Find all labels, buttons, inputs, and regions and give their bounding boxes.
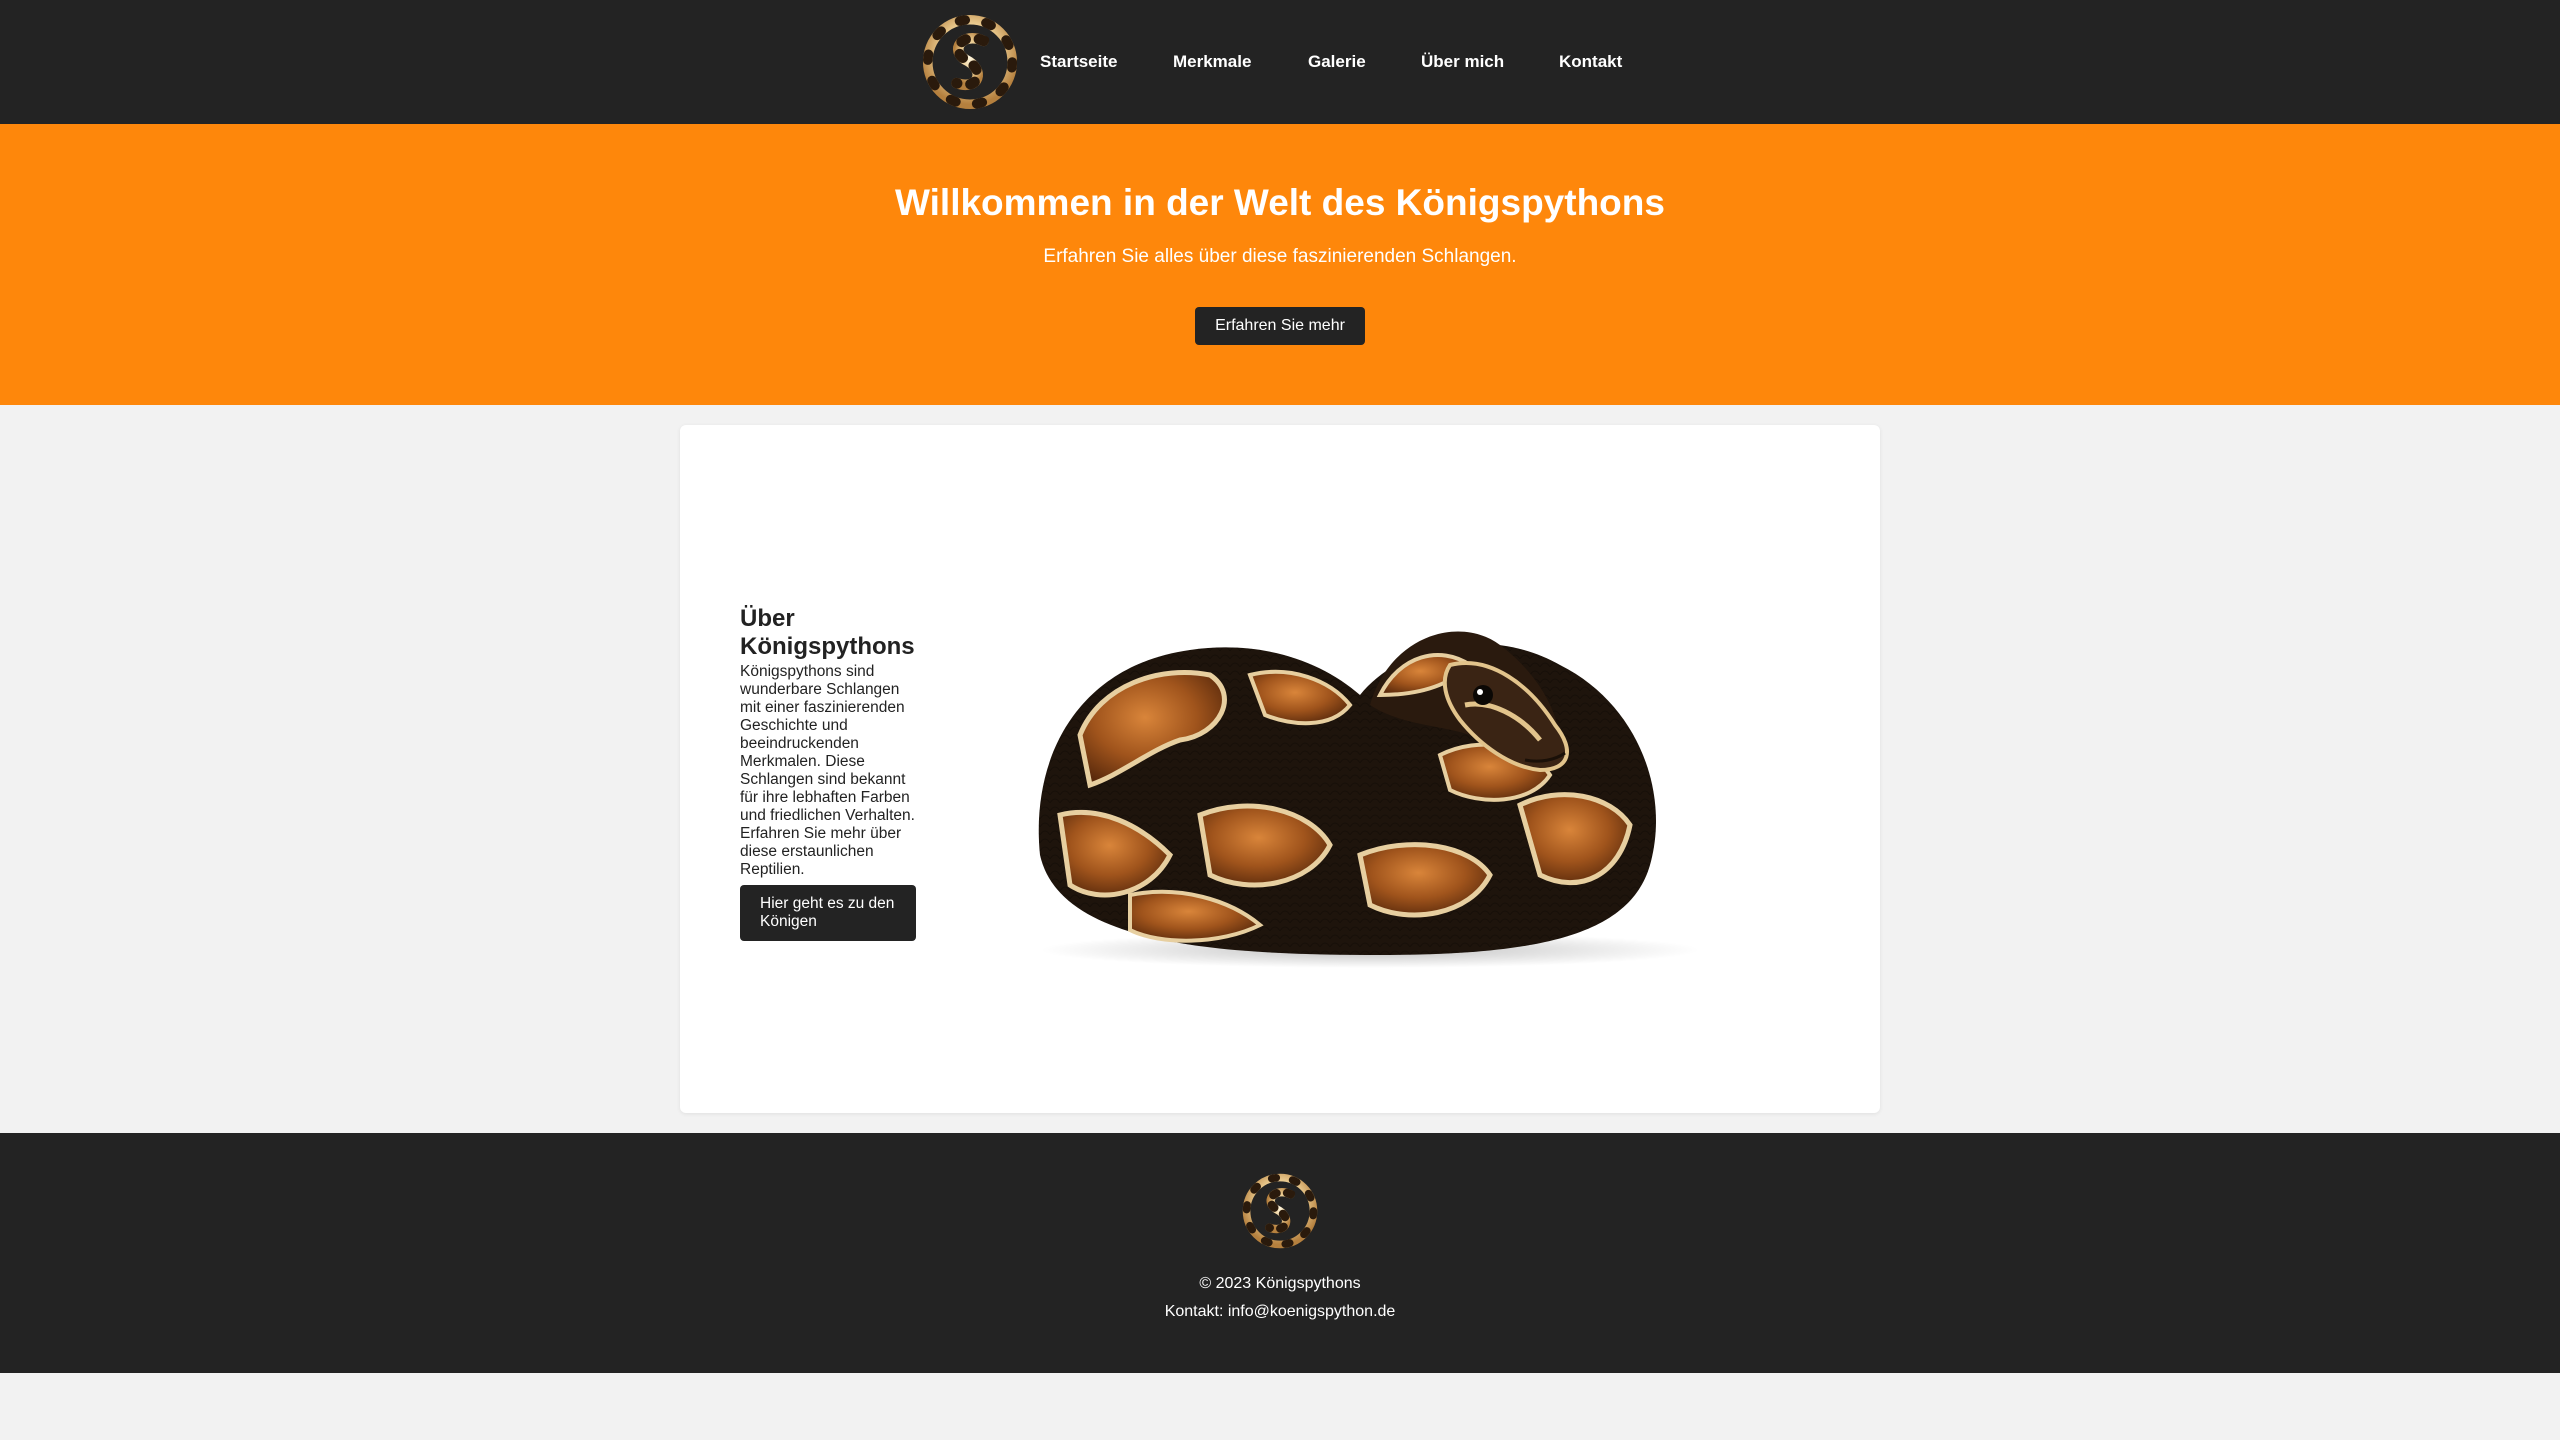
learn-more-button[interactable]: Erfahren Sie mehr — [1195, 307, 1365, 345]
footer-contact: Kontakt: info@koenigspython.de — [1164, 1303, 1396, 1320]
nav-galerie[interactable]: Galerie — [1308, 52, 1366, 72]
nav-startseite[interactable]: Startseite — [1040, 52, 1117, 72]
about-card: Über Königspythons Königspythons sind wu… — [680, 425, 1880, 1113]
kings-button[interactable]: Hier geht es zu den Königen — [740, 885, 916, 941]
about-title: Über Königspythons — [740, 605, 915, 660]
hero-subtitle: Erfahren Sie alles über diese fasziniere… — [1043, 246, 1517, 267]
hero-banner: Willkommen in der Welt des Königspythons… — [0, 124, 2560, 405]
nav-ueber-mich[interactable]: Über mich — [1421, 52, 1504, 72]
about-description: Königspythons sind wunderbare Schlangen … — [740, 663, 915, 878]
footer-copyright: © 2023 Königspythons — [1199, 1275, 1361, 1292]
nav-kontakt[interactable]: Kontakt — [1559, 52, 1622, 72]
about-text-block: Über Königspythons Königspythons sind wu… — [740, 605, 918, 941]
nav-merkmale[interactable]: Merkmale — [1173, 52, 1251, 72]
ball-python-image — [1020, 555, 1720, 975]
site-header: Startseite Merkmale Galerie Über mich Ko… — [0, 0, 2560, 124]
hero-title: Willkommen in der Welt des Königspythons — [895, 182, 1665, 223]
python-logo-icon[interactable] — [922, 14, 1018, 110]
python-logo-icon — [1242, 1173, 1318, 1249]
site-footer: © 2023 Königspythons Kontakt: info@koeni… — [0, 1133, 2560, 1373]
